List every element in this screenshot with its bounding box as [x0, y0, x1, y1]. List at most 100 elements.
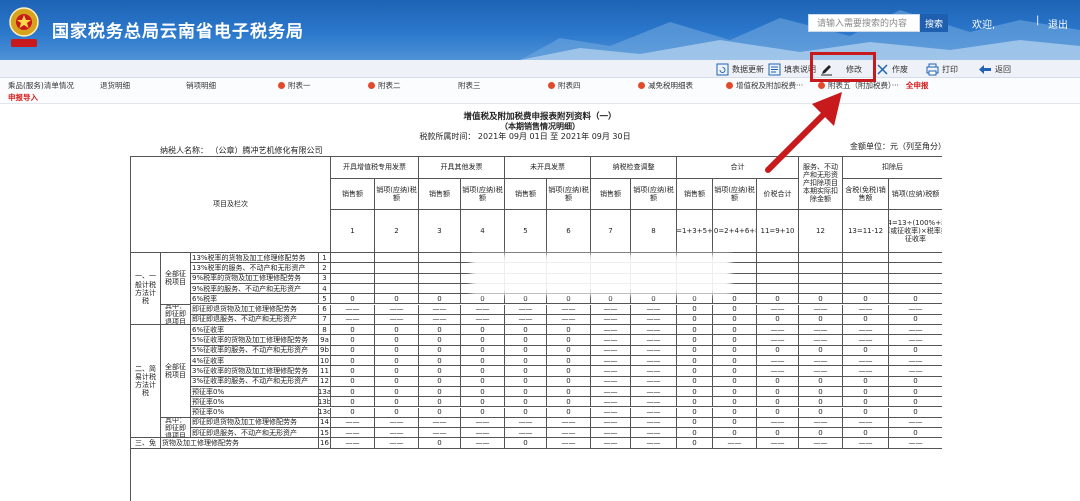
row-number: 13a: [319, 386, 331, 398]
table-cell: 0: [799, 345, 843, 356]
column-header: 销项(应纳)税额: [461, 179, 505, 210]
tab-schedule-2[interactable]: 附表二: [368, 80, 401, 91]
void-button[interactable]: 作废: [876, 62, 908, 76]
column-header: 销售额: [505, 179, 547, 210]
tab-declaration-import[interactable]: 申报导入: [8, 92, 38, 103]
table-cell: ——: [889, 438, 942, 449]
column-number: 4: [461, 210, 505, 253]
tab-label: 全申报: [906, 81, 929, 90]
row-label: 5%征收率的货物及加工修理修配劳务: [191, 335, 319, 346]
table-cell: [375, 263, 419, 274]
table-cell: ——: [505, 304, 547, 315]
table-cell: ——: [631, 356, 677, 367]
table-cell: 0: [799, 294, 843, 305]
tab-schedule-3[interactable]: 附表三: [458, 80, 481, 91]
table-cell: 0: [713, 386, 757, 398]
column-group-header: 开具其他发票: [419, 157, 505, 179]
row-label: 9%税率的货物及加工修理修配劳务: [191, 273, 319, 284]
table-cell: ——: [631, 386, 677, 398]
table-cell: 0: [677, 417, 713, 429]
tab-schedule-1[interactable]: 附表一: [278, 80, 311, 91]
table-cell: [843, 273, 889, 284]
table-cell: ——: [591, 376, 631, 387]
tab-output-details[interactable]: 销项明细: [186, 80, 216, 91]
row-number: 8: [319, 325, 331, 336]
update-data-button[interactable]: 数据更新: [716, 62, 764, 76]
column-header: 销项(应纳)税额: [547, 179, 591, 210]
table-cell: 0: [419, 345, 461, 356]
row-number: 14: [319, 417, 331, 429]
table-cell: 0: [375, 407, 419, 418]
table-cell: 0: [799, 428, 843, 439]
tab-return-details[interactable]: 退货明细: [100, 80, 130, 91]
table-cell: [419, 273, 461, 284]
table-cell: ——: [591, 438, 631, 449]
table-cell: 0: [375, 325, 419, 336]
table-cell: 0: [547, 356, 591, 367]
tab-vat-surcharge[interactable]: 增值税及附加税费···: [726, 80, 803, 91]
table-cell: 0: [713, 397, 757, 408]
table-cell: ——: [843, 417, 889, 429]
table-cell: 0: [547, 376, 591, 387]
table-cell: 0: [889, 294, 942, 305]
table-cell: ——: [419, 314, 461, 326]
table-cell: ——: [889, 418, 942, 429]
logout-link[interactable]: 退出: [1048, 16, 1068, 31]
column-header: 价税合计: [757, 179, 799, 210]
table-cell: [889, 274, 942, 284]
column-group-header: 扣除后: [843, 157, 942, 179]
incomplete-dot-icon: [548, 82, 555, 89]
incomplete-dot-icon: [726, 82, 733, 89]
table-cell: ——: [331, 438, 375, 449]
tab-exemption-details[interactable]: 减免税明细表: [638, 80, 693, 91]
table-cell: ——: [591, 366, 631, 377]
privacy-blur: [471, 254, 731, 296]
subgroup-label: 全部征税项目: [161, 253, 191, 305]
table-cell: 0: [843, 407, 889, 418]
table-cell: 0: [547, 407, 591, 418]
search-input[interactable]: [808, 14, 920, 32]
table-cell: 0: [713, 304, 757, 315]
table-cell: ——: [889, 356, 942, 367]
row-label: 预征率0%: [191, 397, 319, 408]
table-cell: ——: [799, 366, 843, 377]
tab-schedule-4[interactable]: 附表四: [548, 80, 581, 91]
table-cell: ——: [889, 325, 942, 336]
column-number: 13=11-12: [843, 210, 889, 253]
table-cell: 0: [677, 304, 713, 315]
table-cell: ——: [419, 428, 461, 439]
tab-full-declaration[interactable]: 全申报: [906, 80, 929, 91]
table-cell: 0: [505, 325, 547, 336]
row-number: 5: [319, 294, 331, 305]
table-cell: [375, 253, 419, 264]
site-title: 国家税务总局云南省电子税务局: [52, 22, 304, 42]
table-cell: ——: [757, 356, 799, 367]
table-cell: 0: [375, 335, 419, 346]
column-group-header: 合计: [677, 157, 799, 179]
table-cell: 0: [889, 377, 942, 387]
column-header: 销售额: [331, 179, 375, 210]
table-cell: 0: [713, 376, 757, 387]
table-cell: 0: [843, 294, 889, 305]
table-cell: ——: [505, 314, 547, 326]
fill-instructions-button[interactable]: 填表说明: [768, 62, 816, 76]
print-button[interactable]: 打印: [926, 62, 958, 76]
table-cell: 0: [843, 386, 889, 398]
row-label: 3%征收率的服务、不动产和无形资产: [191, 376, 319, 387]
table-cell: ——: [591, 304, 631, 315]
column-number: 14=13÷(100%+税率或征收率)×税率或征收率: [889, 210, 942, 253]
table-cell: ——: [799, 325, 843, 336]
column-number: 5: [505, 210, 547, 253]
tab-label: 附表一: [288, 81, 311, 90]
table-cell: [889, 263, 942, 274]
table-cell: ——: [631, 438, 677, 449]
table-cell: 0: [419, 356, 461, 367]
project-header: 项目及栏次: [131, 157, 331, 253]
table-cell: 0: [505, 294, 547, 305]
back-button[interactable]: 返回: [978, 62, 1011, 76]
row-label: 6%税率: [191, 294, 319, 305]
tab-product-list[interactable]: 乘品(服务)清单情况: [8, 80, 74, 91]
search-button[interactable]: 搜索: [920, 14, 948, 32]
row-label: 13%税率的货物及加工修理修配劳务: [191, 253, 319, 264]
table-cell: 0: [677, 294, 713, 305]
